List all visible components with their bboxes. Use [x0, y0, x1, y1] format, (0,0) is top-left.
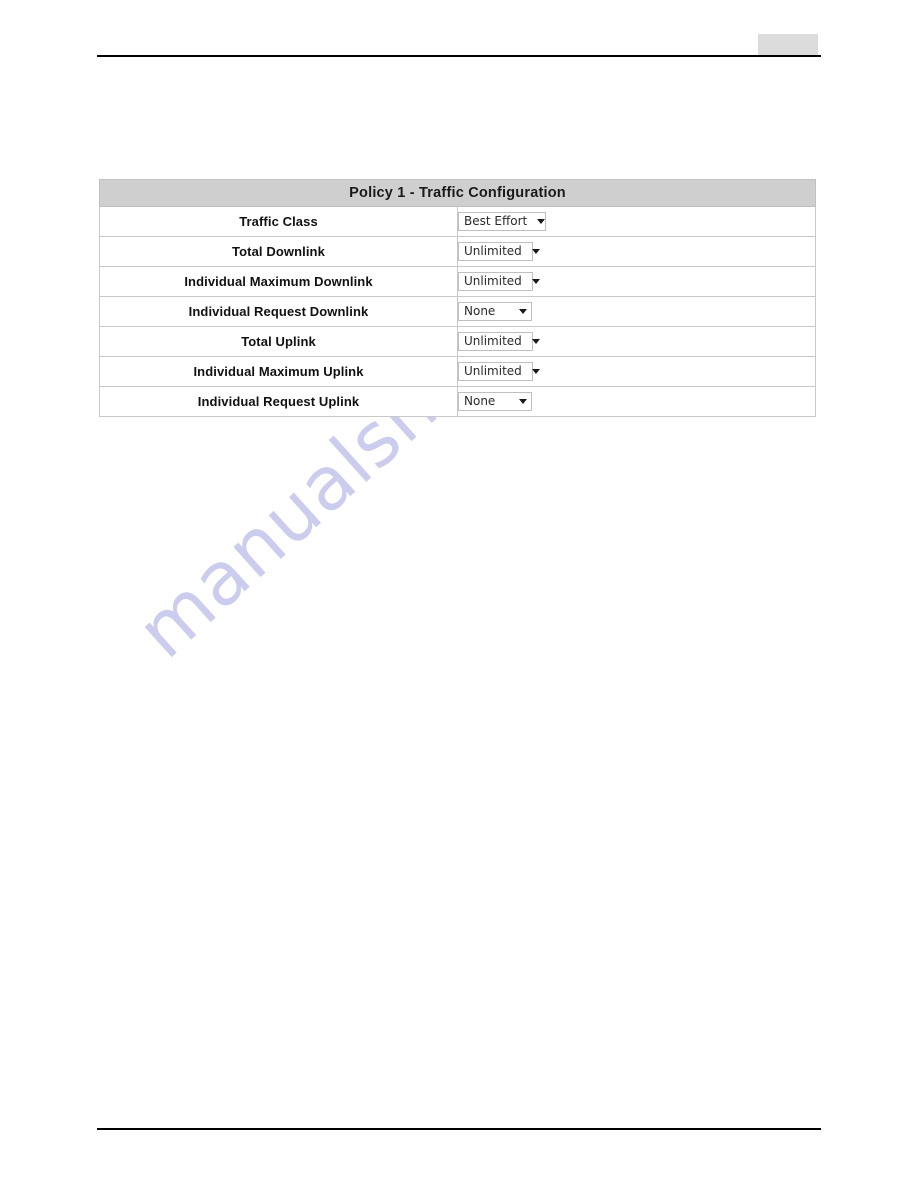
select-individual-request-uplink[interactable]: None: [458, 392, 532, 411]
page-title: Policy 1 - Traffic Configuration: [99, 179, 816, 207]
chevron-down-icon: [519, 399, 527, 404]
header-section-tab: [758, 34, 818, 55]
table-row: Total Downlink Unlimited: [99, 236, 816, 267]
select-total-uplink[interactable]: Unlimited: [458, 332, 540, 351]
footer-divider-rule: [97, 1128, 821, 1130]
table-row: Individual Maximum Uplink Unlimited: [99, 356, 816, 387]
row-label-traffic-class: Traffic Class: [99, 206, 458, 237]
row-label-individual-request-downlink: Individual Request Downlink: [99, 296, 458, 327]
select-value-traffic-class: Best Effort: [464, 214, 528, 228]
traffic-configuration-table: Policy 1 - Traffic Configuration Traffic…: [99, 179, 816, 417]
table-title-row: Policy 1 - Traffic Configuration: [99, 179, 816, 207]
table-body: Traffic Class Best Effort Total Downlink Un…: [99, 206, 816, 417]
row-label-individual-maximum-uplink: Individual Maximum Uplink: [99, 356, 458, 387]
select-value-individual-request-uplink: None: [464, 394, 496, 408]
select-traffic-class[interactable]: Best Effort: [458, 212, 546, 231]
table-head: Policy 1 - Traffic Configuration: [99, 179, 816, 207]
select-value-individual-request-downlink: None: [464, 304, 496, 318]
select-value-total-downlink: Unlimited: [464, 244, 522, 258]
chevron-down-icon: [519, 309, 527, 314]
header-divider-rule: [97, 55, 821, 57]
page-header: [0, 0, 918, 60]
row-label-individual-request-uplink: Individual Request Uplink: [99, 386, 458, 417]
table-row: Traffic Class Best Effort: [99, 206, 816, 237]
row-label-total-downlink: Total Downlink: [99, 236, 458, 267]
row-value-cell-individual-request-downlink: None: [457, 296, 816, 327]
row-label-total-uplink: Total Uplink: [99, 326, 458, 357]
row-value-cell-total-uplink: Unlimited: [457, 326, 816, 357]
select-individual-maximum-downlink[interactable]: Unlimited: [458, 272, 540, 291]
select-value-individual-maximum-uplink: Unlimited: [464, 364, 522, 378]
chevron-down-icon: [537, 219, 546, 224]
row-value-cell-individual-request-uplink: None: [457, 386, 816, 417]
row-value-cell-individual-maximum-downlink: Unlimited: [457, 266, 816, 297]
row-value-cell-traffic-class: Best Effort: [457, 206, 816, 237]
chevron-down-icon: [531, 279, 540, 284]
select-value-total-uplink: Unlimited: [464, 334, 522, 348]
table-row: Individual Maximum Downlink Unlimited: [99, 266, 816, 297]
row-label-individual-maximum-downlink: Individual Maximum Downlink: [99, 266, 458, 297]
table-row: Total Uplink Unlimited: [99, 326, 816, 357]
select-individual-maximum-uplink[interactable]: Unlimited: [458, 362, 540, 381]
select-total-downlink[interactable]: Unlimited: [458, 242, 540, 261]
table-row: Individual Request Downlink None: [99, 296, 816, 327]
select-individual-request-downlink[interactable]: None: [458, 302, 532, 321]
chevron-down-icon: [531, 249, 540, 254]
table-row: Individual Request Uplink None: [99, 386, 816, 417]
row-value-cell-total-downlink: Unlimited: [457, 236, 816, 267]
chevron-down-icon: [531, 339, 540, 344]
select-value-individual-maximum-downlink: Unlimited: [464, 274, 522, 288]
row-value-cell-individual-maximum-uplink: Unlimited: [457, 356, 816, 387]
chevron-down-icon: [531, 369, 540, 374]
